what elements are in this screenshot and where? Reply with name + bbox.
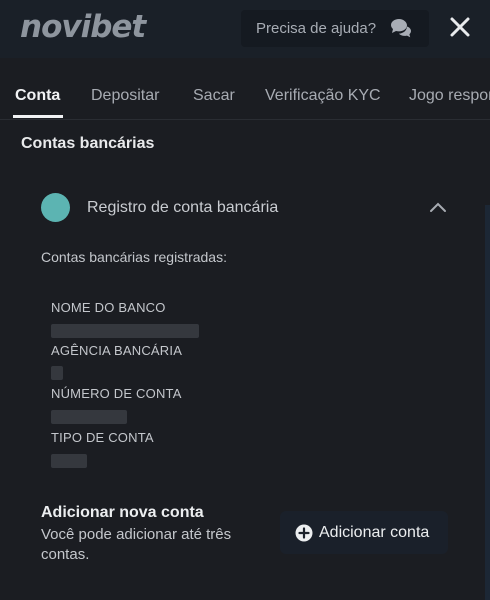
chevron-up-icon[interactable] [428,200,448,214]
plus-circle-icon [295,524,313,541]
help-button[interactable]: Precisa de ajuda? [241,10,429,47]
account-type-value-masked [51,454,87,468]
add-account-button-label: Adicionar conta [319,523,430,541]
registered-accounts-label: Contas bancárias registradas: [41,249,227,265]
panel-title[interactable]: Registro de conta bancária [87,199,278,217]
add-account-button[interactable]: Adicionar conta [280,511,448,554]
scrollbar[interactable] [485,205,490,600]
tab-verificacao-kyc[interactable]: Verificação KYC [265,87,381,105]
tab-depositar[interactable]: Depositar [91,87,159,105]
tab-sacar[interactable]: Sacar [193,87,235,105]
chat-bubbles-icon [391,19,411,38]
account-number-value-masked [51,410,127,424]
close-icon[interactable] [447,14,473,40]
tab-jogo-responsavel[interactable]: Jogo respor [409,87,490,105]
add-account-description: Você pode adicionar até três contas. [41,526,232,563]
top-bar: novibet Precisa de ajuda? [0,0,490,58]
novibet-logo[interactable]: novibet [20,9,146,45]
bank-name-label: NOME DO BANCO [51,300,166,315]
account-number-label: NÚMERO DE CONTA [51,386,182,401]
bank-agency-label: AGÊNCIA BANCÁRIA [51,343,183,358]
help-label: Precisa de ajuda? [256,20,377,37]
bank-name-value-masked [51,324,199,338]
active-tab-indicator [13,115,63,118]
bank-agency-value-masked [51,366,63,380]
tab-conta[interactable]: Conta [15,87,60,105]
account-type-label: TIPO DE CONTA [51,430,154,445]
bank-status-dot [41,193,70,222]
add-account-title: Adicionar nova conta [41,504,204,521]
account-tabs: Conta Depositar Sacar Verificação KYC Jo… [0,58,490,120]
section-title: Contas bancárias [21,135,155,152]
